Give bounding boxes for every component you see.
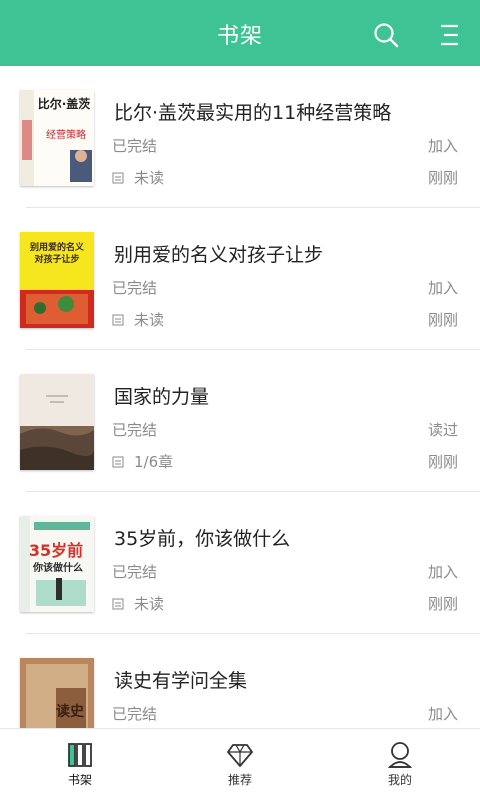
book-action: 加入	[427, 279, 458, 297]
book-status: 已完结	[112, 137, 158, 155]
book-item[interactable]: 比尔·盖茨 经营策略 比尔·盖茨最实用的11种经营策略 已完结 未读 加入 刚刚	[20, 66, 480, 208]
tab-bookshelf[interactable]: 书架	[20, 729, 140, 800]
svg-text:对孩子让步: 对孩子让步	[34, 253, 79, 265]
svg-text:你该做什么: 你该做什么	[32, 561, 83, 574]
page-title: 书架	[216, 24, 263, 49]
chapter-list-icon	[112, 314, 124, 325]
book-status: 已完结	[112, 279, 158, 297]
book-title: 读史有学问全集	[114, 670, 248, 692]
book-progress: 1/6章	[112, 451, 173, 472]
book-progress-text: 未读	[134, 169, 165, 187]
book-cover[interactable]: 别用爱的名义 对孩子让步	[20, 232, 94, 328]
book-cover[interactable]	[20, 374, 94, 470]
chapter-list-icon	[112, 456, 124, 467]
book-progress: 未读	[112, 167, 164, 188]
book-title: 比尔·盖茨最实用的11种经营策略	[114, 102, 392, 124]
book-progress-text: 未读	[134, 311, 165, 329]
book-action: 读过	[427, 421, 458, 439]
search-icon[interactable]	[372, 21, 400, 49]
book-item[interactable]: 35岁前 你该做什么 35岁前，你该做什么 已完结 未读 加入 刚刚	[20, 492, 480, 634]
svg-text:经营策略: 经营策略	[46, 128, 86, 141]
menu-icon[interactable]	[434, 22, 462, 48]
book-title: 国家的力量	[114, 386, 210, 408]
tab-label: 我的	[387, 773, 412, 787]
book-cover[interactable]: 35岁前 你该做什么	[20, 516, 94, 612]
svg-text:35岁前: 35岁前	[29, 541, 83, 560]
book-item[interactable]: 国家的力量 已完结 1/6章 读过 刚刚	[20, 350, 480, 492]
book-cover[interactable]: 比尔·盖茨 经营策略	[20, 90, 94, 186]
tab-mine[interactable]: 我的	[340, 729, 460, 800]
book-time: 刚刚	[427, 453, 458, 471]
user-icon	[387, 742, 413, 768]
chapter-list-icon	[112, 598, 124, 609]
app-header: 书架	[0, 0, 480, 66]
book-time: 刚刚	[427, 311, 458, 329]
book-action: 加入	[427, 705, 458, 723]
bottom-tab-bar: 书架 推荐 我的	[0, 728, 480, 800]
book-time: 刚刚	[427, 169, 458, 187]
book-cover[interactable]: 读史	[20, 658, 94, 728]
book-title: 别用爱的名义对孩子让步	[114, 244, 324, 266]
tab-label: 推荐	[227, 773, 252, 787]
book-progress: 未读	[112, 593, 164, 614]
tab-recommend[interactable]: 推荐	[180, 729, 300, 800]
book-action: 加入	[427, 137, 458, 155]
book-status: 已完结	[112, 421, 158, 439]
svg-text:读史: 读史	[56, 703, 85, 720]
bookshelf-list: 比尔·盖茨 经营策略 比尔·盖茨最实用的11种经营策略 已完结 未读 加入 刚刚…	[0, 66, 480, 728]
book-status: 已完结	[112, 563, 158, 581]
chapter-list-icon	[112, 172, 124, 183]
book-progress-text: 1/6章	[134, 453, 174, 471]
book-time: 刚刚	[427, 595, 458, 613]
diamond-icon	[227, 744, 253, 767]
book-status: 已完结	[112, 705, 158, 723]
book-title: 35岁前，你该做什么	[114, 528, 291, 550]
book-item[interactable]: 读史 读史有学问全集 已完结 加入	[20, 634, 480, 728]
book-progress: 未读	[112, 309, 164, 330]
svg-text:别用爱的名义: 别用爱的名义	[29, 241, 85, 253]
book-progress-text: 未读	[134, 595, 165, 613]
tab-label: 书架	[67, 773, 92, 787]
book-action: 加入	[427, 563, 458, 581]
book-item[interactable]: 别用爱的名义 对孩子让步 别用爱的名义对孩子让步 已完结 未读 加入 刚刚	[20, 208, 480, 350]
svg-text:比尔·盖茨: 比尔·盖茨	[38, 96, 91, 111]
bookshelf-icon	[68, 743, 92, 767]
